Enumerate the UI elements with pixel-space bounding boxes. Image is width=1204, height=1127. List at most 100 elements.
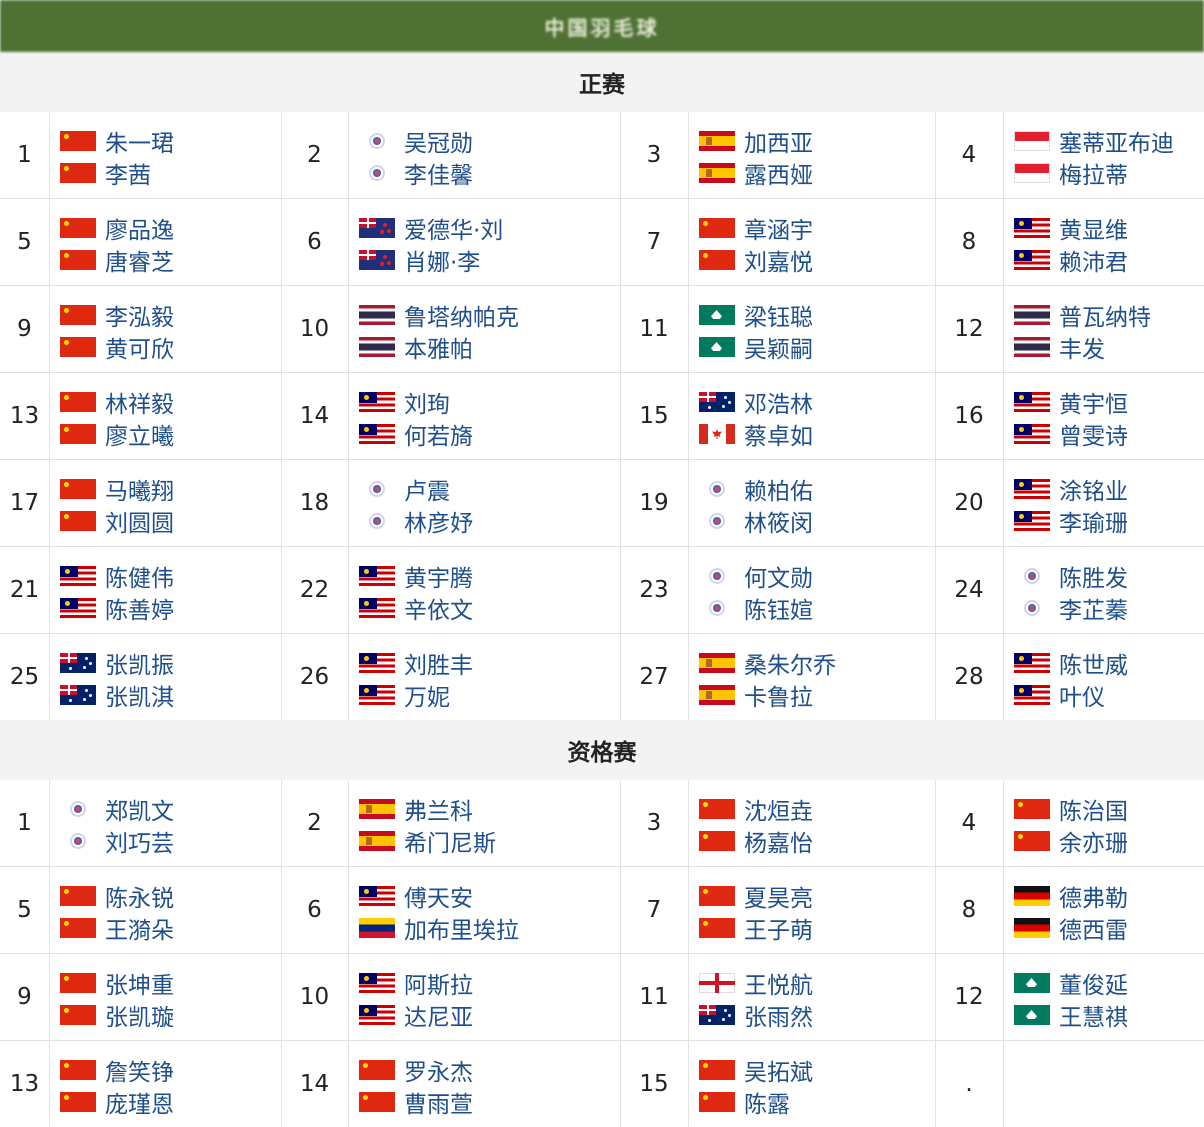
- pair-entry[interactable]: 梁钰聪 吴颖嗣: [699, 299, 813, 363]
- pair-entry[interactable]: 刘胜丰 万妮: [359, 647, 473, 711]
- player[interactable]: 爱德华·刘: [359, 212, 503, 244]
- player[interactable]: 廖立曦: [60, 418, 174, 450]
- player[interactable]: 王子萌: [699, 912, 813, 944]
- player-name[interactable]: 桑朱尔乔: [744, 646, 836, 680]
- player[interactable]: 邓浩林: [699, 386, 813, 418]
- player-name[interactable]: 卡鲁拉: [744, 678, 813, 712]
- player[interactable]: 张雨然: [699, 999, 813, 1031]
- player[interactable]: 刘珣: [359, 386, 473, 418]
- pair-entry[interactable]: 吴冠勋 李佳馨: [359, 125, 473, 189]
- pair-entry[interactable]: 陈世威 叶仪: [1014, 647, 1128, 711]
- pair-entry[interactable]: 刘珣 何若旖: [359, 386, 473, 450]
- player[interactable]: 杨嘉怡: [699, 825, 813, 857]
- player[interactable]: 塞蒂亚布迪: [1014, 125, 1174, 157]
- player-name[interactable]: 加布里埃拉: [404, 911, 519, 945]
- player[interactable]: 唐睿芝: [60, 244, 174, 276]
- pair-entry[interactable]: 张坤重 张凯璇: [60, 967, 174, 1031]
- player-name[interactable]: 陈世威: [1059, 646, 1128, 680]
- player-name[interactable]: 王子萌: [744, 911, 813, 945]
- player-name[interactable]: 林祥毅: [105, 385, 174, 419]
- player[interactable]: 赖柏佑: [699, 473, 813, 505]
- player[interactable]: 黄宇腾: [359, 560, 473, 592]
- player-name[interactable]: 黄可欣: [105, 330, 174, 364]
- player[interactable]: 夏昊亮: [699, 880, 813, 912]
- player[interactable]: 罗永杰: [359, 1054, 473, 1086]
- player[interactable]: 曾雯诗: [1014, 418, 1128, 450]
- player-name[interactable]: 露西娅: [744, 156, 813, 190]
- player[interactable]: 余亦珊: [1014, 825, 1128, 857]
- player[interactable]: 达尼亚: [359, 999, 473, 1031]
- player-name[interactable]: 张凯振: [105, 646, 174, 680]
- player[interactable]: 刘巧芸: [60, 825, 174, 857]
- player[interactable]: 王慧祺: [1014, 999, 1128, 1031]
- player[interactable]: 庞瑾恩: [60, 1086, 174, 1118]
- player[interactable]: 傅天安: [359, 880, 519, 912]
- player[interactable]: 黄显维: [1014, 212, 1128, 244]
- player-name[interactable]: 廖品逸: [105, 211, 174, 245]
- player-name[interactable]: 辛依文: [404, 591, 473, 625]
- player-name[interactable]: 爱德华·刘: [404, 211, 503, 245]
- player-name[interactable]: 陈胜发: [1059, 559, 1128, 593]
- player-name[interactable]: 黄显维: [1059, 211, 1128, 245]
- pair-entry[interactable]: 陈健伟 陈善婷: [60, 560, 174, 624]
- player[interactable]: 张凯璇: [60, 999, 174, 1031]
- player-name[interactable]: 林筱闵: [744, 504, 813, 538]
- player-name[interactable]: 何文勋: [744, 559, 813, 593]
- player-name[interactable]: 吴拓斌: [744, 1053, 813, 1087]
- pair-entry[interactable]: 沈烜垚 杨嘉怡: [699, 793, 813, 857]
- pair-entry[interactable]: 桑朱尔乔 卡鲁拉: [699, 647, 836, 711]
- player[interactable]: 何若旖: [359, 418, 473, 450]
- pair-entry[interactable]: 何文勋 陈钰媗: [699, 560, 813, 624]
- pair-entry[interactable]: 董俊延 王慧祺: [1014, 967, 1128, 1031]
- pair-entry[interactable]: 李泓毅 黄可欣: [60, 299, 174, 363]
- player[interactable]: 刘胜丰: [359, 647, 473, 679]
- player[interactable]: 陈胜发: [1014, 560, 1128, 592]
- player[interactable]: 陈永锐: [60, 880, 174, 912]
- player[interactable]: 李泓毅: [60, 299, 174, 331]
- player-name[interactable]: 杨嘉怡: [744, 824, 813, 858]
- player-name[interactable]: 陈健伟: [105, 559, 174, 593]
- player[interactable]: 涂铭业: [1014, 473, 1128, 505]
- player-name[interactable]: 本雅帕: [404, 330, 473, 364]
- pair-entry[interactable]: 朱一珺 李茜: [60, 125, 174, 189]
- player-name[interactable]: 刘圆圆: [105, 504, 174, 538]
- pair-entry[interactable]: 加西亚 露西娅: [699, 125, 813, 189]
- player-name[interactable]: 邓浩林: [744, 385, 813, 419]
- player-name[interactable]: 吴冠勋: [404, 124, 473, 158]
- pair-entry[interactable]: 普瓦纳特 丰发: [1014, 299, 1151, 363]
- player[interactable]: 肖娜·李: [359, 244, 503, 276]
- player[interactable]: 李茜: [60, 157, 174, 189]
- pair-entry[interactable]: 鲁塔纳帕克 本雅帕: [359, 299, 519, 363]
- player-name[interactable]: 卢震: [404, 472, 450, 506]
- player-name[interactable]: 达尼亚: [404, 998, 473, 1032]
- player[interactable]: 卢震: [359, 473, 473, 505]
- player-name[interactable]: 沈烜垚: [744, 792, 813, 826]
- player-name[interactable]: 德弗勒: [1059, 879, 1128, 913]
- player[interactable]: 梁钰聪: [699, 299, 813, 331]
- player[interactable]: 沈烜垚: [699, 793, 813, 825]
- pair-entry[interactable]: 赖柏佑 林筱闵: [699, 473, 813, 537]
- pair-entry[interactable]: 卢震 林彦妤: [359, 473, 473, 537]
- pair-entry[interactable]: 爱德华·刘 肖娜·李: [359, 212, 503, 276]
- player[interactable]: 朱一珺: [60, 125, 174, 157]
- player-name[interactable]: 陈善婷: [105, 591, 174, 625]
- pair-entry[interactable]: 廖品逸 唐睿芝: [60, 212, 174, 276]
- player[interactable]: 张凯淇: [60, 679, 174, 711]
- player-name[interactable]: 傅天安: [404, 879, 473, 913]
- pair-entry[interactable]: 塞蒂亚布迪 梅拉蒂: [1014, 125, 1174, 189]
- pair-entry[interactable]: 王悦航 张雨然: [699, 967, 813, 1031]
- player[interactable]: 黄可欣: [60, 331, 174, 363]
- player[interactable]: 陈露: [699, 1086, 813, 1118]
- player[interactable]: 梅拉蒂: [1014, 157, 1174, 189]
- player-name[interactable]: 涂铭业: [1059, 472, 1128, 506]
- player-name[interactable]: 陈治国: [1059, 792, 1128, 826]
- player[interactable]: 卡鲁拉: [699, 679, 836, 711]
- player-name[interactable]: 李泓毅: [105, 298, 174, 332]
- player[interactable]: 露西娅: [699, 157, 813, 189]
- pair-entry[interactable]: 黄显维 赖沛君: [1014, 212, 1128, 276]
- player[interactable]: 董俊延: [1014, 967, 1128, 999]
- pair-entry[interactable]: 张凯振 张凯淇: [60, 647, 174, 711]
- player-name[interactable]: 加西亚: [744, 124, 813, 158]
- player-name[interactable]: 鲁塔纳帕克: [404, 298, 519, 332]
- player[interactable]: 蔡卓如: [699, 418, 813, 450]
